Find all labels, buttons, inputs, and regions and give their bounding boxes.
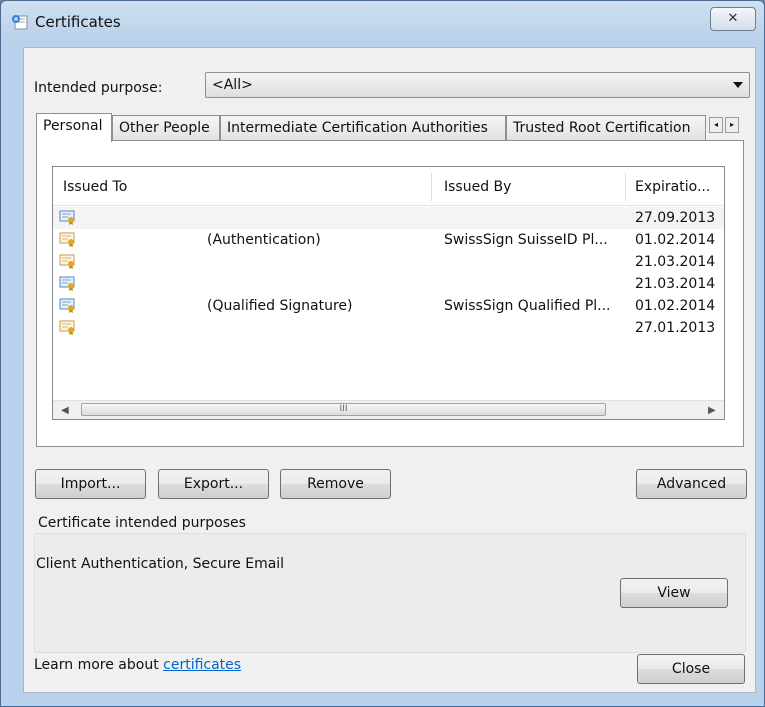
certificate-icon bbox=[59, 253, 77, 269]
scroll-thumb[interactable]: III bbox=[81, 403, 606, 416]
certificate-icon bbox=[59, 319, 77, 335]
column-issued-by[interactable]: Issued By bbox=[444, 179, 511, 195]
certificate-store-tabs: Personal Other People Intermediate Certi… bbox=[36, 113, 744, 142]
cell-expiration: 21.03.2014 bbox=[635, 254, 716, 270]
remove-button[interactable]: Remove bbox=[280, 469, 391, 499]
table-row[interactable]: (Qualified Signature) SwissSign Qualifie… bbox=[53, 295, 724, 317]
cell-issued-to: (Authentication) bbox=[207, 232, 321, 248]
intended-purpose-label: Intended purpose: bbox=[34, 80, 163, 96]
advanced-button[interactable]: Advanced bbox=[636, 469, 747, 499]
view-button[interactable]: View bbox=[620, 578, 728, 608]
cell-expiration: 21.03.2014 bbox=[635, 276, 716, 292]
certificate-icon bbox=[59, 209, 77, 225]
certificate-app-icon bbox=[11, 13, 29, 31]
export-button[interactable]: Export... bbox=[158, 469, 269, 499]
title-bar[interactable]: Certificates ✕ bbox=[1, 1, 764, 41]
tab-intermediate-certification-authorities[interactable]: Intermediate Certification Authorities bbox=[220, 115, 506, 141]
chevron-down-icon bbox=[733, 82, 743, 88]
list-header: Issued To Issued By Expiratio... bbox=[53, 167, 724, 206]
horizontal-scrollbar[interactable]: ◀ III ▶ bbox=[53, 400, 724, 419]
cell-expiration: 27.09.2013 bbox=[635, 210, 716, 226]
table-row[interactable]: 27.09.2013 bbox=[53, 207, 724, 229]
tab-personal[interactable]: Personal bbox=[36, 113, 112, 142]
column-expiration[interactable]: Expiratio... bbox=[635, 179, 710, 195]
intended-purpose-dropdown[interactable]: <All> bbox=[205, 72, 750, 98]
cell-issued-by: SwissSign Qualified Pl... bbox=[444, 298, 611, 314]
import-button[interactable]: Import... bbox=[35, 469, 146, 499]
intended-purposes-title: Certificate intended purposes bbox=[36, 515, 248, 531]
tab-scroll-right-icon[interactable]: ▸ bbox=[725, 117, 739, 133]
certificate-list[interactable]: Issued To Issued By Expiratio... 27.09.2… bbox=[52, 166, 725, 420]
cell-issued-by: SwissSign SuisseID Pl... bbox=[444, 232, 608, 248]
tab-trusted-root-certification[interactable]: Trusted Root Certification bbox=[506, 115, 706, 141]
table-row[interactable]: 21.03.2014 bbox=[53, 251, 724, 273]
dialog-body: Intended purpose: <All> Personal Other P… bbox=[23, 47, 756, 693]
scroll-right-arrow-icon[interactable]: ▶ bbox=[708, 405, 716, 416]
certificates-link[interactable]: certificates bbox=[163, 657, 241, 673]
tab-panel-personal: Issued To Issued By Expiratio... 27.09.2… bbox=[36, 140, 744, 447]
table-row[interactable]: (Authentication) SwissSign SuisseID Pl..… bbox=[53, 229, 724, 251]
intended-purpose-value: <All> bbox=[212, 77, 253, 93]
cell-expiration: 01.02.2014 bbox=[635, 232, 716, 248]
intended-purposes-text: Client Authentication, Secure Email bbox=[36, 556, 285, 572]
close-button[interactable]: Close bbox=[637, 654, 745, 684]
scroll-left-arrow-icon[interactable]: ◀ bbox=[61, 405, 69, 416]
tab-scroll-left-icon[interactable]: ◂ bbox=[709, 117, 723, 133]
certificate-icon bbox=[59, 231, 77, 247]
table-row[interactable]: 21.03.2014 bbox=[53, 273, 724, 295]
table-row[interactable]: 27.01.2013 bbox=[53, 317, 724, 339]
learn-more-text: Learn more about certificates bbox=[34, 657, 241, 673]
tab-other-people[interactable]: Other People bbox=[112, 115, 220, 141]
certificate-icon bbox=[59, 297, 77, 313]
certificate-icon bbox=[59, 275, 77, 291]
column-divider[interactable] bbox=[625, 173, 626, 201]
window-title: Certificates bbox=[35, 13, 121, 31]
learn-more-prefix: Learn more about bbox=[34, 657, 164, 673]
cell-issued-to: (Qualified Signature) bbox=[207, 298, 353, 314]
window-close-button[interactable]: ✕ bbox=[710, 7, 756, 31]
column-issued-to[interactable]: Issued To bbox=[63, 179, 127, 195]
cell-expiration: 27.01.2013 bbox=[635, 320, 716, 336]
certificates-window: Certificates ✕ Intended purpose: <All> P… bbox=[0, 0, 765, 707]
cell-expiration: 01.02.2014 bbox=[635, 298, 716, 314]
column-divider[interactable] bbox=[431, 173, 432, 201]
